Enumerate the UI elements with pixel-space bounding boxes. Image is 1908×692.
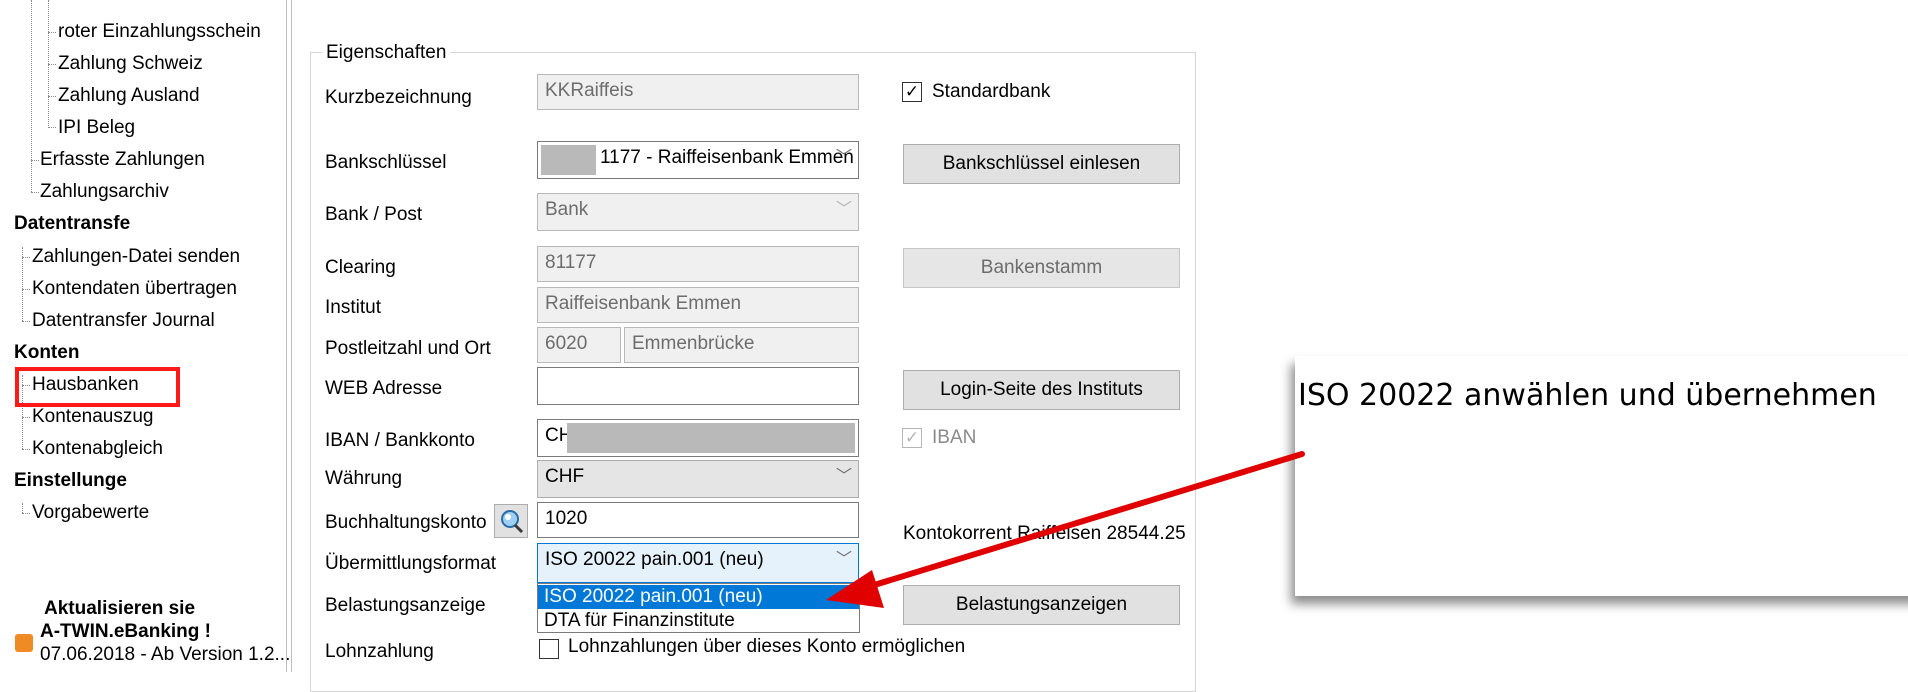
ort-field[interactable]: Emmenbrücke xyxy=(624,327,859,363)
chevron-down-icon: ﹀ xyxy=(835,468,852,485)
login-seite-button[interactable]: Login-Seite des Instituts xyxy=(903,370,1180,410)
redaction-block xyxy=(567,423,855,453)
tree-section-konten[interactable]: Konten xyxy=(14,341,79,365)
chevron-down-icon: ﹀ xyxy=(835,149,852,166)
uebermittlungsformat-value: ISO 20022 pain.001 (neu) xyxy=(545,549,764,570)
bankschluessel-label: Bankschlüssel xyxy=(325,152,447,173)
tree-item-erfasste-zahlungen[interactable]: Erfasste Zahlungen xyxy=(40,148,205,172)
group-title: Eigenschaften xyxy=(322,42,451,64)
tree-section-datentransfer[interactable]: Datentransfe xyxy=(14,212,130,236)
tree-item-vorgabewerte[interactable]: Vorgabewerte xyxy=(32,501,149,525)
lookup-button[interactable] xyxy=(494,504,528,538)
lohnzahlung-checkbox[interactable] xyxy=(539,639,559,659)
tree-item-zahlung-schweiz[interactable]: Zahlung Schweiz xyxy=(58,52,203,76)
tree-section-einstellungen[interactable]: Einstellunge xyxy=(14,469,127,493)
buchhaltungskonto-label: Buchhaltungskonto xyxy=(325,512,487,533)
kontokorrent-text: Kontokorrent Raiffeisen 28544.25 xyxy=(903,523,1186,544)
clearing-field[interactable]: 81177 xyxy=(537,246,859,282)
tree-item-zahlungen-datei-senden[interactable]: Zahlungen-Datei senden xyxy=(32,245,240,269)
belastungsanzeige-label: Belastungsanzeige xyxy=(325,595,486,616)
institut-label: Institut xyxy=(325,297,381,318)
iban-label: IBAN / Bankkonto xyxy=(325,430,475,451)
waehrung-label: Währung xyxy=(325,468,403,489)
tree-item-zahlung-ausland[interactable]: Zahlung Ausland xyxy=(58,84,200,108)
kurzbezeichnung-label: Kurzbezeichnung xyxy=(325,87,472,108)
uebermittlungsformat-combo[interactable]: ISO 20022 pain.001 (neu) ﹀ xyxy=(537,543,859,583)
tree-item-kontenabgleich[interactable]: Kontenabgleich xyxy=(32,437,163,461)
waehrung-value: CHF xyxy=(545,466,585,487)
navigation-tree: roter Einzahlungsschein Zahlung Schweiz … xyxy=(0,0,290,672)
rss-icon xyxy=(15,634,33,652)
tree-item-ipi-beleg[interactable]: IPI Beleg xyxy=(58,116,135,140)
bank-post-combo[interactable]: Bank ﹀ xyxy=(537,193,859,231)
update-notice-title: Aktualisieren sie xyxy=(44,598,196,619)
lohnzahlung-checkbox-label: Lohnzahlungen über dieses Konto ermöglic… xyxy=(568,636,966,657)
chevron-down-icon: ﹀ xyxy=(835,551,852,568)
institut-field[interactable]: Raiffeisenbank Emmen xyxy=(537,287,859,323)
dropdown-option-dta[interactable]: DTA für Finanzinstitute xyxy=(538,609,859,633)
tree-item-datentransfer-journal[interactable]: Datentransfer Journal xyxy=(32,309,215,333)
buchhaltungskonto-field[interactable]: 1020 xyxy=(537,502,859,538)
web-adresse-label: WEB Adresse xyxy=(325,378,443,399)
standardbank-label: Standardbank xyxy=(932,81,1051,102)
plz-field[interactable]: 6020 xyxy=(537,327,621,363)
redaction-block xyxy=(541,145,596,175)
waehrung-combo[interactable]: CHF ﹀ xyxy=(537,460,859,498)
kurzbezeichnung-field[interactable]: KKRaiffeis xyxy=(537,74,859,110)
dropdown-option-iso20022[interactable]: ISO 20022 pain.001 (neu) xyxy=(538,585,859,609)
tree-item-roter-einzahlungsschein[interactable]: roter Einzahlungsschein xyxy=(58,20,261,44)
lohnzahlung-label: Lohnzahlung xyxy=(325,641,434,662)
chevron-down-icon: ﹀ xyxy=(835,201,852,218)
tree-item-zahlungsarchiv[interactable]: Zahlungsarchiv xyxy=(40,180,169,204)
bankschluessel-value: 1177 - Raiffeisenbank Emmen xyxy=(600,147,854,168)
tree-item-kontenauszug[interactable]: Kontenauszug xyxy=(32,405,154,429)
belastungsanzeigen-button[interactable]: Belastungsanzeigen xyxy=(903,585,1180,625)
bank-post-value: Bank xyxy=(545,199,589,220)
web-adresse-field[interactable] xyxy=(537,367,859,405)
callout-text: ISO 20022 anwählen und übernehmen xyxy=(1298,378,1877,413)
iban-check-label: IBAN xyxy=(932,427,977,448)
bankschluessel-einlesen-button[interactable]: Bankschlüssel einlesen xyxy=(903,144,1180,184)
update-notice-date: 07.06.2018 - Ab Version 1.2... xyxy=(40,644,291,665)
uebermittlungsformat-dropdown-list: ISO 20022 pain.001 (neu) DTA für Finanzi… xyxy=(537,583,860,633)
uebermittlungsformat-label: Übermittlungsformat xyxy=(325,553,497,574)
highlight-box xyxy=(15,367,180,407)
tree-item-kontendaten-uebertragen[interactable]: Kontendaten übertragen xyxy=(32,277,237,301)
iban-checkbox[interactable]: ✓ xyxy=(902,428,922,448)
bank-post-label: Bank / Post xyxy=(325,204,423,225)
plz-ort-label: Postleitzahl und Ort xyxy=(325,338,491,359)
bankenstamm-button[interactable]: Bankenstamm xyxy=(903,248,1180,288)
clearing-label: Clearing xyxy=(325,257,396,278)
update-notice-link[interactable]: A-TWIN.eBanking ! xyxy=(40,620,211,644)
magnifier-icon xyxy=(501,510,524,534)
standardbank-checkbox[interactable]: ✓ xyxy=(902,82,922,102)
panel-splitter[interactable] xyxy=(286,0,292,672)
